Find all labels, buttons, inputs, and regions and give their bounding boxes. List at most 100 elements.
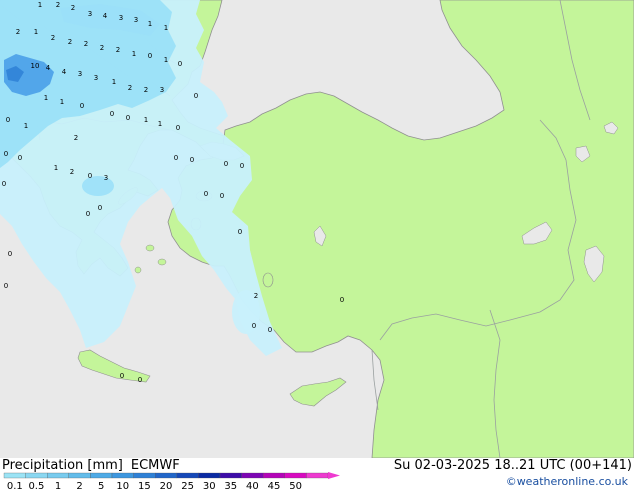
precip-value-label: 0 xyxy=(178,60,182,68)
precip-value-label: 1 xyxy=(54,164,58,172)
precip-value-label: 2 xyxy=(16,28,20,36)
island-cyclades-3 xyxy=(134,266,142,274)
precip-value-label: 2 xyxy=(84,40,88,48)
precip-value-label: 2 xyxy=(71,4,75,12)
precip-value-label: 0 xyxy=(190,156,194,164)
precip-value-label: 4 xyxy=(62,68,67,76)
precip-value-label: 0 xyxy=(18,154,22,162)
legend-tick-label: 0.1 xyxy=(7,481,23,490)
legend-tick-label: 30 xyxy=(203,481,216,490)
legend-tick-label: 0.5 xyxy=(28,481,44,490)
legend-tick-label: 40 xyxy=(246,481,259,490)
legend-swatch xyxy=(219,472,242,479)
legend-tick-label: 45 xyxy=(268,481,281,490)
precip-value-label: 0 xyxy=(86,210,90,218)
precip-value-label: 0 xyxy=(8,250,12,258)
legend-tick-label: 50 xyxy=(289,481,302,490)
legend-tick-label: 10 xyxy=(116,481,129,490)
legend-swatch xyxy=(284,472,307,479)
credit-link[interactable]: ©weatheronline.co.uk xyxy=(506,475,628,488)
precip-value-label: 1 xyxy=(112,78,116,86)
legend-tick-label: 25 xyxy=(181,481,194,490)
precip-value-label: 2 xyxy=(56,1,60,9)
precip-value-label: 1 xyxy=(24,122,28,130)
precip-value-label: 0 xyxy=(224,160,228,168)
legend-tick-label: 5 xyxy=(98,481,104,490)
precip-value-label: 0 xyxy=(120,372,124,380)
precip-value-label: 2 xyxy=(74,134,78,142)
precip-value-label: 2 xyxy=(254,292,258,300)
precip-value-label: 2 xyxy=(70,168,74,176)
legend-swatch xyxy=(176,472,199,479)
legend-arrow xyxy=(328,472,340,479)
precip-value-label: 2 xyxy=(144,86,148,94)
precip-value-label: 0 xyxy=(194,92,198,100)
precip-value-label: 1 xyxy=(34,28,38,36)
legend-swatch xyxy=(47,472,69,479)
precip-value-label: 4 xyxy=(46,64,51,72)
precip-value-label: 0 xyxy=(240,162,244,170)
precip-value-label: 0 xyxy=(2,180,6,188)
precip-value-label: 3 xyxy=(78,70,82,78)
legend-tick-label: 35 xyxy=(224,481,237,490)
precip-legend: 0.1 0.5 1 2 5 10 15 20 25 30 35 40 45 50 xyxy=(3,472,340,490)
precip-value-label: 0 xyxy=(148,52,152,60)
precip-value-label: 1 xyxy=(132,50,136,58)
precip-value-label: 1 xyxy=(148,20,152,28)
precip-value-label: 1 xyxy=(44,94,48,102)
legend-swatch xyxy=(133,472,156,479)
precip-value-label: 1 xyxy=(164,56,168,64)
precip-value-label: 1 xyxy=(60,98,64,106)
island-cyclades-2 xyxy=(157,258,167,266)
precip-value-label: 0 xyxy=(252,322,256,330)
precip-value-label: 3 xyxy=(88,10,92,18)
precip-value-label: 0 xyxy=(126,114,130,122)
precip-value-label: 0 xyxy=(220,192,224,200)
legend-swatch xyxy=(198,472,221,479)
precip-value-label: 0 xyxy=(340,296,344,304)
precip-value-label: 0 xyxy=(4,282,8,290)
legend-swatch xyxy=(263,472,285,479)
precip-value-label: 3 xyxy=(134,16,138,24)
precip-value-label: 3 xyxy=(94,74,98,82)
precip-value-label: 0 xyxy=(6,116,10,124)
precip-value-label: 0 xyxy=(174,154,178,162)
precip-value-label: 0 xyxy=(88,172,92,180)
precip-value-label: 0 xyxy=(138,376,142,384)
precip-value-label: 2 xyxy=(51,34,55,42)
legend-tick-label: 20 xyxy=(160,481,173,490)
precip-value-label: 1 xyxy=(158,120,162,128)
precip-value-label: 2 xyxy=(128,84,132,92)
precip-value-label: 2 xyxy=(68,38,72,46)
legend-swatch xyxy=(3,472,26,479)
map-title: Precipitation [mm] ECMWF xyxy=(2,458,180,473)
precip-value-label: 0 xyxy=(176,124,180,132)
precip-value-label: 3 xyxy=(160,86,164,94)
precip-value-label: 10 xyxy=(31,62,40,70)
island-rhodes xyxy=(262,272,274,288)
legend-tick-label: 15 xyxy=(138,481,151,490)
legend-swatch xyxy=(155,472,177,479)
valid-time: Su 02-03-2025 18..21 UTC (00+141) xyxy=(393,458,632,473)
precip-value-label: 1 xyxy=(144,116,148,124)
precip-value-label: 0 xyxy=(4,150,8,158)
precip-value-label: 0 xyxy=(110,110,114,118)
legend-tick-label: 2 xyxy=(76,481,82,490)
legend-tick-label: 1 xyxy=(55,481,61,490)
precip-value-label: 0 xyxy=(204,190,208,198)
precip-value-label: 2 xyxy=(100,44,104,52)
legend-swatch xyxy=(111,472,134,479)
legend-swatch xyxy=(241,472,264,479)
precip-value-label: 0 xyxy=(98,204,102,212)
precip-value-label: 4 xyxy=(103,12,108,20)
precip-value-label: 0 xyxy=(268,326,272,334)
precipitation-map: 1 2 23 4 3 3 1 12 12 2 2 2 2 1 0 110 4 4 3 3 12 2 3001 1 00 0 1 1 00… xyxy=(0,0,634,458)
precip-value-label: 1 xyxy=(164,24,168,32)
legend-swatch xyxy=(68,472,91,479)
precip-value-label: 0 xyxy=(80,102,84,110)
precip-value-label: 3 xyxy=(119,14,123,22)
legend-swatch xyxy=(306,472,329,479)
legend-swatch xyxy=(25,472,48,479)
precip-value-label: 3 xyxy=(104,174,108,182)
model-label: ECMWF xyxy=(130,458,180,473)
